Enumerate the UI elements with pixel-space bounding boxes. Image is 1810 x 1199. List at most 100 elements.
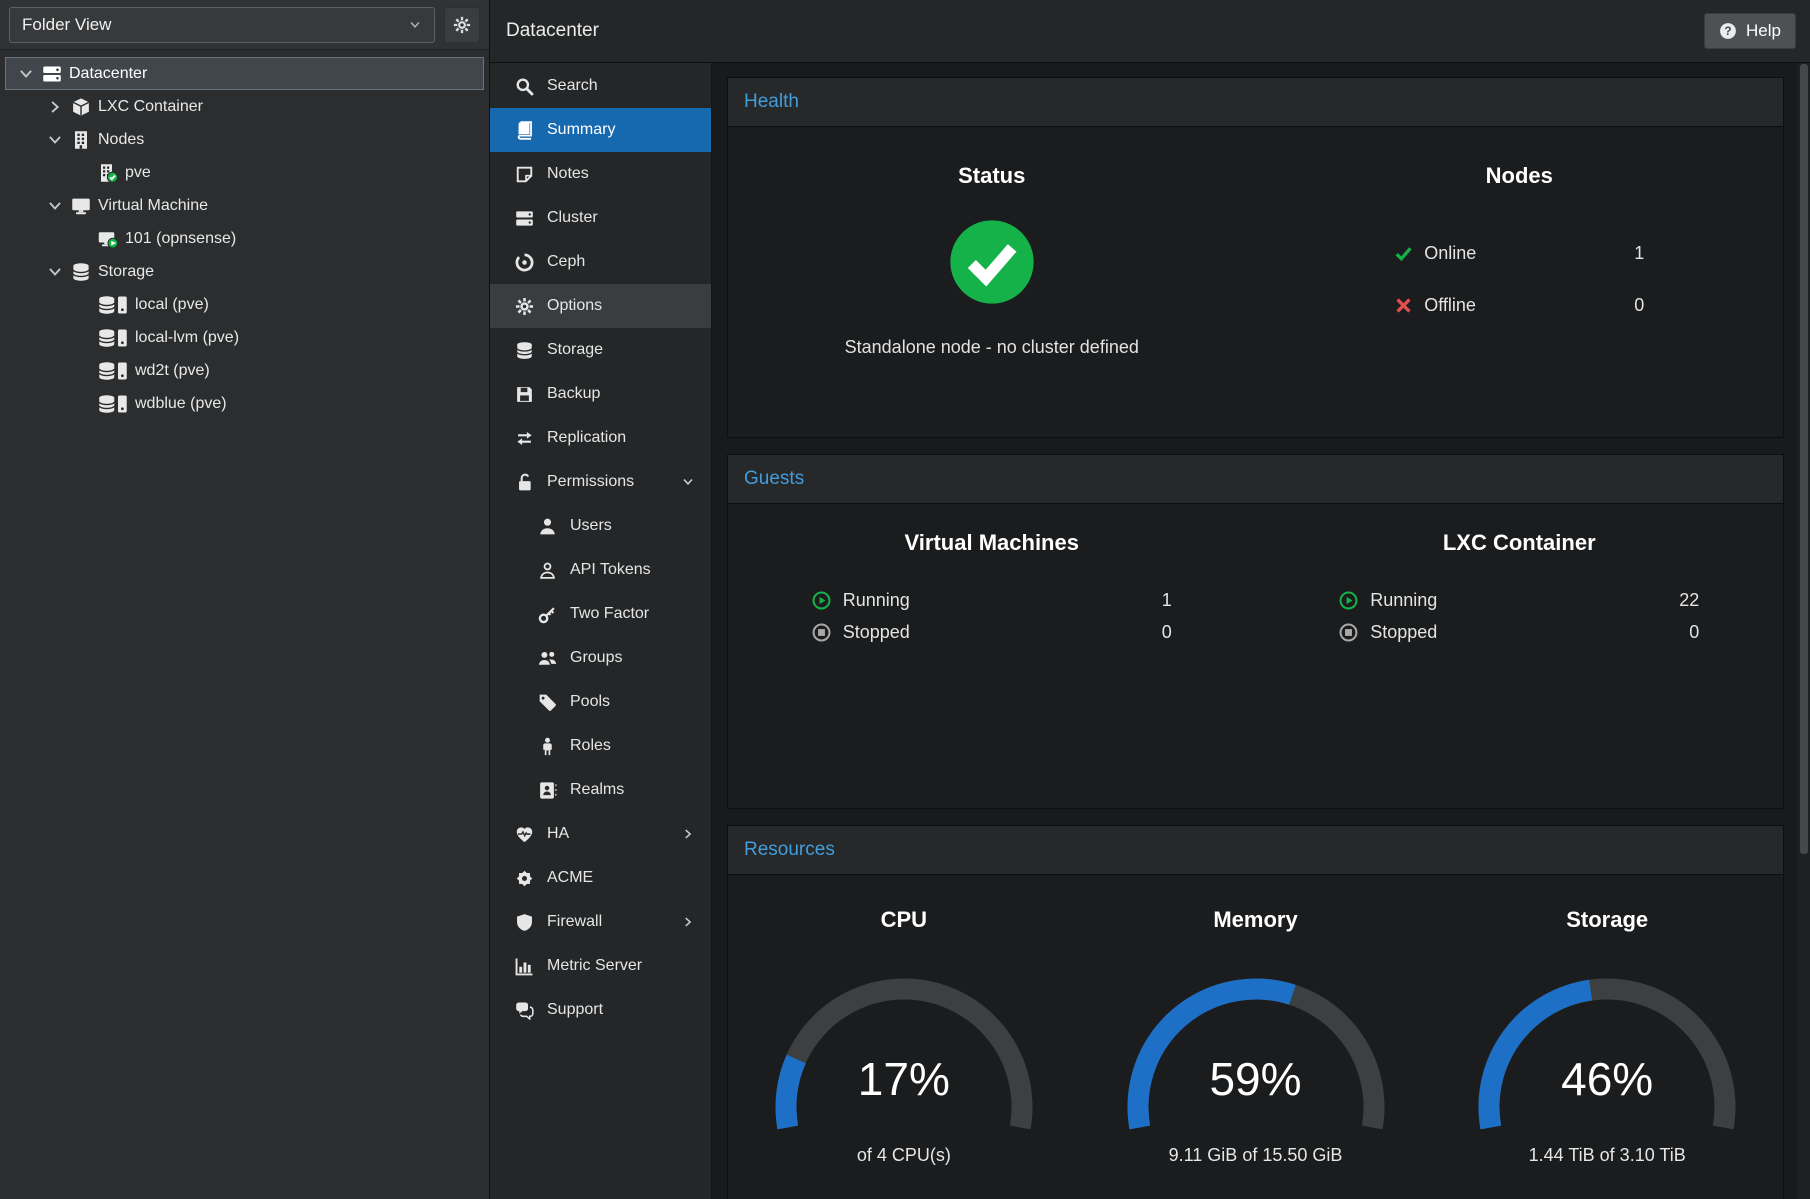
- storage-disk-icon: [98, 394, 128, 414]
- tree-item-101-opnsense[interactable]: 101 (opnsense): [5, 222, 484, 255]
- menu-item-two-factor[interactable]: Two Factor: [490, 592, 711, 636]
- help-button-label: Help: [1746, 21, 1781, 41]
- two-factor-icon: [538, 605, 557, 624]
- datacenter-icon: [42, 64, 62, 84]
- collapse-caret-icon[interactable]: [17, 65, 35, 83]
- cpu-gauge-percent: 17%: [754, 1054, 1054, 1104]
- health-panel: Health Status Standalone node - no clust…: [727, 77, 1784, 438]
- menu-item-backup[interactable]: Backup: [490, 372, 711, 416]
- permissions-icon: [515, 473, 534, 492]
- tree-item-nodes[interactable]: Nodes: [5, 123, 484, 156]
- menu-item-replication[interactable]: Replication: [490, 416, 711, 460]
- health-panel-title: Health: [728, 78, 1783, 127]
- tree-item-label: 101 (opnsense): [125, 230, 236, 248]
- section-menu: SearchSummary Notes ClusterCephOptions Stor…: [490, 63, 712, 1199]
- menu-item-label: Replication: [547, 429, 626, 447]
- menu-item-roles[interactable]: Roles: [490, 724, 711, 768]
- storage-disk-icon: [98, 295, 128, 315]
- lxc-running-row: Running 22: [1339, 584, 1699, 616]
- tree-item-wdblue-pve[interactable]: wdblue (pve): [5, 387, 484, 420]
- cpu-gauge-title: CPU: [881, 907, 927, 933]
- tree-item-storage[interactable]: Storage: [5, 255, 484, 288]
- tree-item-pve[interactable]: pve: [5, 156, 484, 189]
- play-circle-icon: [1339, 591, 1358, 610]
- menu-item-support[interactable]: Support: [490, 988, 711, 1032]
- tree-item-wd2t-pve[interactable]: wd2t (pve): [5, 354, 484, 387]
- tree-item-lxc-container[interactable]: LXC Container: [5, 90, 484, 123]
- lxc-running-label: Running: [1370, 590, 1437, 611]
- online-count: 1: [1634, 243, 1644, 264]
- menu-item-label: Storage: [547, 341, 603, 359]
- cpu-gauge-subtitle: of 4 CPU(s): [857, 1145, 951, 1166]
- nodes-heading: Nodes: [1486, 163, 1553, 189]
- menu-item-summary[interactable]: Summary: [490, 108, 711, 152]
- lxc-stopped-row: Stopped 0: [1339, 616, 1699, 648]
- menu-item-label: Notes: [547, 165, 589, 183]
- gear-icon: [453, 16, 471, 34]
- resources-panel: Resources CPU 17% of 4 CPU(s) Memory: [727, 825, 1784, 1199]
- menu-item-notes[interactable]: Notes: [490, 152, 711, 196]
- menu-item-options[interactable]: Options: [490, 284, 711, 328]
- tree-indent: [75, 331, 91, 345]
- menu-item-ceph[interactable]: Ceph: [490, 240, 711, 284]
- menu-item-api-tokens[interactable]: API Tokens: [490, 548, 711, 592]
- vm-stopped-label: Stopped: [843, 622, 910, 643]
- play-circle-icon: [812, 591, 831, 610]
- ceph-icon: [515, 253, 534, 272]
- vertical-scrollbar[interactable]: [1798, 63, 1810, 1199]
- menu-item-ha[interactable]: HA: [490, 812, 711, 856]
- menu-item-realms[interactable]: Realms: [490, 768, 711, 812]
- view-mode-select[interactable]: Folder View: [9, 7, 435, 43]
- cpu-gauge-arc: [754, 955, 1054, 1133]
- storage-disk-icon: [98, 361, 128, 381]
- replication-icon: [515, 429, 534, 448]
- view-mode-value: Folder View: [22, 15, 111, 35]
- menu-item-permissions[interactable]: Permissions: [490, 460, 711, 504]
- menu-item-metric-server[interactable]: Metric Server: [490, 944, 711, 988]
- storage-group-icon: [515, 341, 534, 360]
- menu-item-users[interactable]: Users: [490, 504, 711, 548]
- menu-item-label: Backup: [547, 385, 600, 403]
- tree-item-datacenter[interactable]: Datacenter: [5, 57, 484, 90]
- ha-icon: [515, 825, 534, 844]
- vm-running-label: Running: [843, 590, 910, 611]
- menu-item-acme[interactable]: ACME: [490, 856, 711, 900]
- tree-item-local-lvm-pve[interactable]: local-lvm (pve): [5, 321, 484, 354]
- collapse-caret-icon[interactable]: [46, 197, 64, 215]
- scrollbar-thumb[interactable]: [1800, 64, 1808, 854]
- resource-tree-panel: Folder View Datacenter LXC Container Nodes…: [0, 0, 490, 1199]
- menu-item-label: Permissions: [547, 473, 634, 491]
- tree-item-virtual-machine[interactable]: Virtual Machine: [5, 189, 484, 222]
- stop-circle-icon: [812, 623, 831, 642]
- firewall-icon: [515, 913, 534, 932]
- tree-toolbar: Folder View: [0, 0, 489, 50]
- collapse-caret-icon[interactable]: [46, 263, 64, 281]
- nodes-online-row: Online 1: [1394, 227, 1644, 279]
- tree-item-label: LXC Container: [98, 98, 203, 116]
- storage-gauge-subtitle: 1.44 TiB of 3.10 TiB: [1529, 1145, 1686, 1166]
- nodes-table: Online 1 Offline 0: [1394, 227, 1644, 331]
- menu-item-pools[interactable]: Pools: [490, 680, 711, 724]
- status-ok-icon: [949, 219, 1035, 305]
- menu-item-storage[interactable]: Storage: [490, 328, 711, 372]
- menu-item-groups[interactable]: Groups: [490, 636, 711, 680]
- menu-item-label: API Tokens: [570, 561, 651, 579]
- backup-icon: [515, 385, 534, 404]
- menu-item-label: HA: [547, 825, 569, 843]
- search-icon: [515, 77, 534, 96]
- vm-running-count: 1: [1162, 590, 1172, 611]
- help-button[interactable]: ? Help: [1704, 13, 1796, 49]
- collapse-caret-icon[interactable]: [46, 131, 64, 149]
- virtual-machine-icon: [71, 196, 91, 216]
- tree-item-local-pve[interactable]: local (pve): [5, 288, 484, 321]
- support-icon: [515, 1001, 534, 1020]
- check-icon: [1394, 244, 1413, 263]
- menu-item-cluster[interactable]: Cluster: [490, 196, 711, 240]
- cluster-icon: [515, 209, 534, 228]
- menu-item-search[interactable]: Search: [490, 64, 711, 108]
- menu-item-label: Metric Server: [547, 957, 642, 975]
- tree-settings-button[interactable]: [444, 7, 480, 43]
- resource-tree: Datacenter LXC Container NodespveVirtual M…: [0, 50, 489, 420]
- menu-item-firewall[interactable]: Firewall: [490, 900, 711, 944]
- expand-caret-icon[interactable]: [46, 98, 64, 116]
